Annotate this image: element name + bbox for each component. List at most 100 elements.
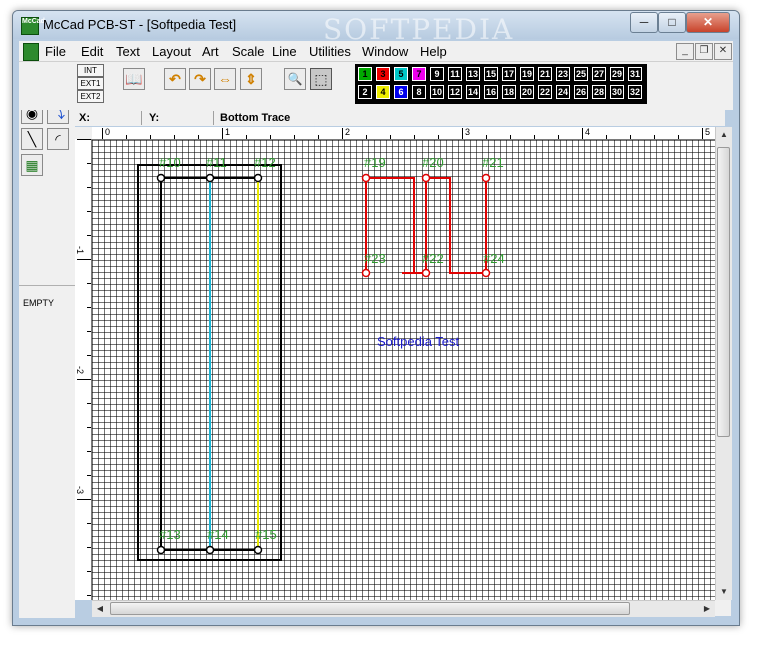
menu-scale[interactable]: Scale: [232, 44, 265, 59]
vertical-scroll-thumb[interactable]: [717, 147, 730, 437]
layer-color-swatch[interactable]: 25: [574, 67, 588, 81]
pad[interactable]: [156, 545, 166, 555]
size-grip[interactable]: [715, 600, 731, 616]
menu-text[interactable]: Text: [116, 44, 140, 59]
layer-color-swatch[interactable]: 21: [538, 67, 552, 81]
title-bar[interactable]: McCad McCad PCB-ST - [Softpedia Test] SO…: [13, 11, 739, 46]
layer-color-swatch[interactable]: 9: [430, 67, 444, 81]
scroll-left-arrow-icon[interactable]: ◀: [92, 601, 108, 617]
zoom-icon[interactable]: 🔍: [284, 68, 306, 90]
pad[interactable]: [205, 173, 215, 183]
layer-color-swatch[interactable]: 32: [628, 85, 642, 99]
pad[interactable]: [361, 173, 371, 183]
ruler-tick: [150, 135, 151, 139]
canvas-text-item[interactable]: Softpedia Test: [377, 334, 460, 349]
layer-color-swatch[interactable]: 11: [448, 67, 462, 81]
mdi-close-button[interactable]: ✕: [714, 43, 732, 60]
layer-color-swatch[interactable]: 2: [358, 85, 372, 99]
pad[interactable]: [361, 268, 371, 278]
layer-color-swatch[interactable]: 30: [610, 85, 624, 99]
menu-line[interactable]: Line: [272, 44, 297, 59]
layer-color-swatch[interactable]: 18: [502, 85, 516, 99]
layer-ext1-button[interactable]: EXT1: [77, 77, 104, 90]
mdi-restore-button[interactable]: ❐: [695, 43, 713, 60]
pad[interactable]: [205, 545, 215, 555]
pad[interactable]: [156, 173, 166, 183]
arc-tool-icon[interactable]: ◜: [47, 128, 69, 150]
layer-color-swatch[interactable]: 31: [628, 67, 642, 81]
pad[interactable]: [421, 173, 431, 183]
layer-color-swatch[interactable]: 4: [376, 85, 390, 99]
horizontal-scrollbar[interactable]: ◀ ▶: [92, 600, 715, 617]
layer-color-swatch[interactable]: 8: [412, 85, 426, 99]
menu-layout[interactable]: Layout: [152, 44, 191, 59]
menu-window[interactable]: Window: [362, 44, 408, 59]
mdi-minimize-button[interactable]: _: [676, 43, 694, 60]
layer-color-swatch[interactable]: 10: [430, 85, 444, 99]
layer-color-swatch[interactable]: 16: [484, 85, 498, 99]
layer-color-swatch[interactable]: 1: [358, 67, 372, 81]
ruler-tick: [102, 128, 103, 139]
layer-color-swatch[interactable]: 13: [466, 67, 480, 81]
component-tool-icon[interactable]: ▦: [21, 154, 43, 176]
layer-int-button[interactable]: INT: [77, 64, 104, 77]
layer-color-swatch[interactable]: 28: [592, 85, 606, 99]
layer-color-swatch[interactable]: 26: [574, 85, 588, 99]
layer-color-swatch[interactable]: 5: [394, 67, 408, 81]
pad[interactable]: [481, 268, 491, 278]
menu-edit[interactable]: Edit: [81, 44, 103, 59]
layer-color-swatch[interactable]: 14: [466, 85, 480, 99]
ruler-tick: [87, 475, 91, 476]
layer-color-swatch[interactable]: 20: [520, 85, 534, 99]
ruler-tick: [606, 135, 607, 139]
layer-color-swatch[interactable]: 24: [556, 85, 570, 99]
layer-color-swatch[interactable]: 29: [610, 67, 624, 81]
layer-color-swatch[interactable]: 23: [556, 67, 570, 81]
rotate-right-icon[interactable]: ↷: [189, 68, 211, 90]
library-icon[interactable]: 📖: [123, 68, 145, 90]
pad[interactable]: [421, 268, 431, 278]
menu-file[interactable]: File: [45, 44, 66, 59]
pad[interactable]: [253, 173, 263, 183]
ruler-tick: [87, 331, 91, 332]
app-icon[interactable]: McCad: [21, 17, 45, 35]
horizontal-scroll-thumb[interactable]: [110, 602, 630, 615]
layer-color-swatch[interactable]: 3: [376, 67, 390, 81]
pad[interactable]: [481, 173, 491, 183]
layer-color-swatch[interactable]: 22: [538, 85, 552, 99]
close-button[interactable]: ✕: [686, 12, 730, 33]
layer-color-swatch[interactable]: 27: [592, 67, 606, 81]
ruler-tick: [198, 135, 199, 139]
minimize-button[interactable]: ─: [630, 12, 658, 33]
maximize-button[interactable]: □: [658, 12, 686, 33]
menu-art[interactable]: Art: [202, 44, 219, 59]
layer-color-swatch[interactable]: 15: [484, 67, 498, 81]
select-area-icon[interactable]: ⬚: [310, 68, 332, 90]
pad[interactable]: [253, 545, 263, 555]
scroll-down-arrow-icon[interactable]: ▼: [716, 584, 732, 600]
menu-help[interactable]: Help: [420, 44, 447, 59]
pcb-drawing[interactable]: #10 #11 #12 #13 #14 #15 #19 #20 #21 #23 …: [92, 140, 725, 600]
ruler-tick: [77, 259, 91, 260]
document-icon[interactable]: [23, 43, 39, 61]
ruler-tick: [654, 135, 655, 139]
scroll-up-arrow-icon[interactable]: ▲: [716, 127, 732, 143]
mirror-horizontal-icon[interactable]: ⇔: [214, 68, 236, 90]
mirror-vertical-icon[interactable]: ⇕: [240, 68, 262, 90]
ruler-label: 0: [105, 127, 111, 137]
vertical-scrollbar[interactable]: ▲ ▼: [715, 127, 732, 600]
rotate-left-icon[interactable]: ↶: [164, 68, 186, 90]
pad-label: #24: [483, 251, 505, 266]
ruler-tick: [87, 571, 91, 572]
ruler-tick: [77, 379, 91, 380]
layer-color-swatch[interactable]: 17: [502, 67, 516, 81]
line-tool-icon[interactable]: ╲: [21, 128, 43, 150]
layer-ext2-button[interactable]: EXT2: [77, 90, 104, 103]
layer-color-swatch[interactable]: 6: [394, 85, 408, 99]
layer-color-swatch[interactable]: 7: [412, 67, 426, 81]
layer-color-swatch[interactable]: 19: [520, 67, 534, 81]
menu-utilities[interactable]: Utilities: [309, 44, 351, 59]
scroll-right-arrow-icon[interactable]: ▶: [699, 601, 715, 617]
layer-color-swatch[interactable]: 12: [448, 85, 462, 99]
pcb-canvas[interactable]: #10 #11 #12 #13 #14 #15 #19 #20 #21 #23 …: [92, 140, 725, 600]
